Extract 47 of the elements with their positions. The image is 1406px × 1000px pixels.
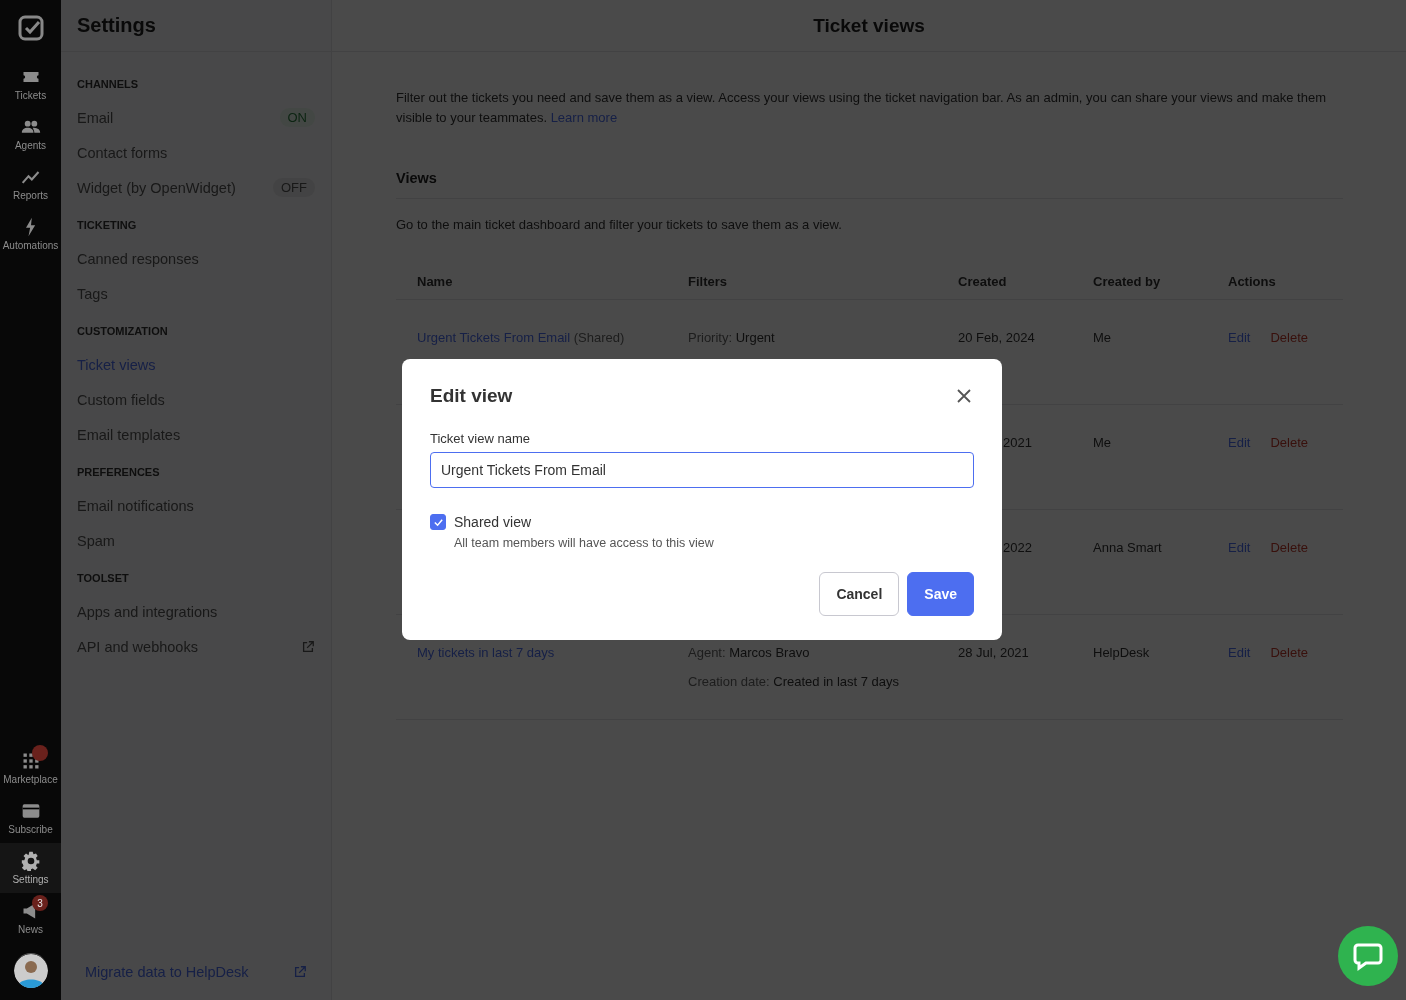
checkbox-label: Shared view <box>454 514 532 530</box>
shared-checkbox[interactable] <box>430 514 446 530</box>
rail-item[interactable]: Subscribe <box>0 793 61 843</box>
author-cell: Me <box>1093 330 1112 345</box>
description-text: Go to the main ticket dashboard and filter your tickets to save them as a view. <box>396 217 843 232</box>
section-heading: PREFERENCES <box>77 466 161 478</box>
date-cell-text: 2022 <box>1002 540 1032 555</box>
rail-item[interactable]: News 3 <box>0 893 61 943</box>
gear-icon <box>20 851 41 871</box>
delete-link[interactable]: Delete <box>1270 540 1308 555</box>
date-cell: 28 Jul, 2021 <box>958 645 1029 660</box>
column-header: Actions <box>1228 274 1277 291</box>
column-header: Created <box>958 274 1008 291</box>
logo-icon[interactable] <box>17 15 44 41</box>
dialog-title: Edit view <box>430 385 513 407</box>
column-header: Created by <box>1093 274 1162 291</box>
column-header: Name <box>417 274 454 291</box>
card-icon <box>20 801 41 821</box>
help-text: All team members will have access to this view <box>454 536 715 550</box>
rail-item[interactable]: Reports <box>0 159 61 209</box>
author-cell: Anna Smart <box>1093 540 1162 555</box>
panel-title: Settings <box>77 14 156 37</box>
date-cell-text: 2021 <box>1002 435 1032 450</box>
rail-item[interactable]: Automations <box>0 209 61 259</box>
rail-item[interactable]: Tickets <box>0 59 61 109</box>
author-cell: Me <box>1093 435 1112 450</box>
avatar-icon[interactable] <box>13 953 48 988</box>
rail-item[interactable]: Agents <box>0 109 61 159</box>
section-heading: CUSTOMIZATION <box>77 325 169 337</box>
delete-link[interactable]: Delete <box>1270 435 1308 450</box>
section-heading: TOOLSET <box>77 572 130 584</box>
date-cell: 20 Feb, 2024 <box>958 330 1035 345</box>
section-heading: CHANNELS <box>77 78 140 90</box>
checkmark-icon <box>432 516 444 528</box>
cancel-button[interactable]: Cancel <box>819 572 900 616</box>
page-title: Ticket views <box>813 14 925 37</box>
rail-item[interactable]: Settings <box>0 843 61 893</box>
name-input-field[interactable]: Urgent Tickets From Email <box>430 452 974 488</box>
section-heading: TICKETING <box>77 219 138 231</box>
rail-item[interactable]: Marketplace <box>0 743 61 793</box>
delete-link[interactable]: Delete <box>1270 645 1308 660</box>
author-cell: HelpDesk <box>1093 645 1150 660</box>
column-header: Filters <box>688 274 728 291</box>
field-label: Ticket view name <box>430 431 531 446</box>
save-button[interactable]: Save <box>907 572 974 616</box>
delete-link[interactable]: Delete <box>1270 330 1308 345</box>
notification-badge: 3 <box>32 895 48 911</box>
